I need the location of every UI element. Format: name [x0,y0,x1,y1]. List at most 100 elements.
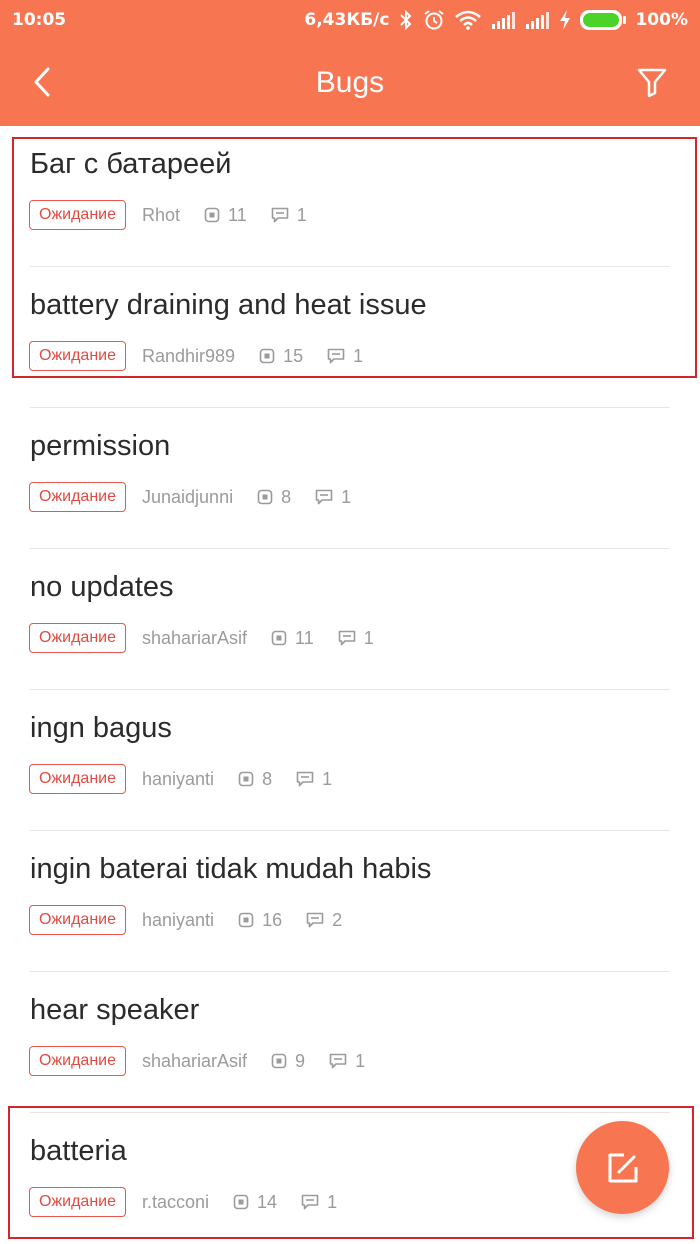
bug-title: Баг с батареей [30,148,232,180]
comment-count: 1 [355,1050,366,1071]
votes-icon [233,1194,249,1210]
toolbar: Bugs [0,40,700,126]
vote-count: 11 [228,204,247,225]
vote-count: 8 [262,768,273,789]
comments: 1 [301,1192,337,1213]
bug-title: permission [30,430,171,462]
battery-level: 100% [635,10,688,30]
status-bar: 10:05 6,43КБ/с 100% [0,0,700,40]
comment-count: 1 [353,345,364,366]
bug-author: Randhir989 [142,345,236,366]
vote-count: 11 [295,627,314,648]
votes-icon [271,1053,287,1069]
bug-list: Баг с батареей Ожидание Rhot 11 1 batter… [0,126,700,1244]
vote-count: 8 [281,486,292,507]
status-badge: Ожидание [29,200,126,230]
vote-count: 16 [262,909,283,930]
page-title: Bugs [315,66,385,99]
votes: 11 [271,628,314,649]
bug-item[interactable]: ingn bagus Ожидание haniyanti 8 1 [0,690,700,831]
bug-title: battery draining and heat issue [30,289,427,321]
bug-author: Rhot [142,204,181,225]
compose-button[interactable] [576,1121,669,1214]
votes: 16 [238,910,282,931]
status-badge: Ожидание [29,623,126,653]
bug-title: batteria [30,1135,127,1167]
bug-item[interactable]: no updates Ожидание shahariarAsif 11 1 [0,549,700,690]
signal-icon [491,11,516,29]
wifi-icon [455,10,482,30]
votes-icon [238,771,254,787]
bug-meta: Ожидание haniyanti 8 1 [29,764,332,794]
bug-author: shahariarAsif [142,627,248,648]
status-badge: Ожидание [29,1046,126,1076]
votes: 8 [257,487,291,508]
bug-meta: Ожидание shahariarAsif 11 1 [29,623,374,653]
bug-item[interactable]: hear speaker Ожидание shahariarAsif 9 1 [0,972,700,1113]
vote-count: 15 [283,345,304,366]
comments: 1 [315,487,351,508]
votes: 8 [238,769,272,790]
votes: 9 [271,1051,305,1072]
bug-meta: Ожидание Rhot 11 1 [29,200,307,230]
comments: 1 [338,628,374,649]
votes-icon [259,348,275,364]
votes-icon [257,489,273,505]
comments: 2 [306,910,342,931]
comment-icon [306,912,324,928]
bug-meta: Ожидание Randhir989 15 1 [29,341,363,371]
battery-icon [579,9,627,31]
bug-author: haniyanti [142,909,215,930]
filter-button[interactable] [632,62,672,102]
bug-item[interactable]: ingin baterai tidak mudah habis Ожидание… [0,831,700,972]
bug-author: Junaidjunni [142,486,234,507]
comments: 1 [296,769,332,790]
alarm-icon [423,9,445,31]
comment-count: 1 [296,204,307,225]
filter-icon [637,68,667,98]
status-badge: Ожидание [29,482,126,512]
comments: 1 [327,346,363,367]
votes-icon [271,630,287,646]
vote-count: 14 [257,1191,278,1212]
comments: 1 [329,1051,365,1072]
comment-count: 1 [327,1191,338,1212]
network-speed: 6,43КБ/с [304,10,390,30]
comment-icon [315,489,333,505]
comment-icon [301,1194,319,1210]
bug-meta: Ожидание r.tacconi 14 1 [29,1187,337,1217]
bug-author: haniyanti [142,768,215,789]
battery-group: 100% [559,9,688,31]
bug-title: hear speaker [30,994,200,1026]
comment-count: 1 [363,627,374,648]
status-badge: Ожидание [29,764,126,794]
bug-title: ingin baterai tidak mudah habis [30,853,432,885]
comment-icon [271,207,289,223]
status-icons: 6,43КБ/с 100% [304,9,688,31]
bug-item[interactable]: battery draining and heat issue Ожидание… [0,267,700,408]
comment-icon [327,348,345,364]
bug-meta: Ожидание haniyanti 16 2 [29,905,342,935]
vote-count: 9 [295,1050,306,1071]
comment-icon [296,771,314,787]
bug-title: ingn bagus [30,712,172,744]
comment-count: 1 [341,486,352,507]
votes: 14 [233,1192,277,1213]
charging-icon [559,10,571,30]
bug-title: no updates [30,571,174,603]
comment-icon [338,630,356,646]
bug-item[interactable]: Баг с батареей Ожидание Rhot 11 1 [0,126,700,267]
bug-item[interactable]: permission Ожидание Junaidjunni 8 1 [0,408,700,549]
bug-meta: Ожидание shahariarAsif 9 1 [29,1046,365,1076]
compose-icon [608,1153,637,1182]
status-time: 10:05 [12,10,67,30]
status-badge: Ожидание [29,341,126,371]
status-badge: Ожидание [29,905,126,935]
comment-icon [329,1053,347,1069]
votes-icon [238,912,254,928]
comment-count: 1 [322,768,333,789]
signal-icon [525,11,550,29]
votes: 15 [259,346,303,367]
bug-meta: Ожидание Junaidjunni 8 1 [29,482,351,512]
bluetooth-icon [399,10,413,30]
